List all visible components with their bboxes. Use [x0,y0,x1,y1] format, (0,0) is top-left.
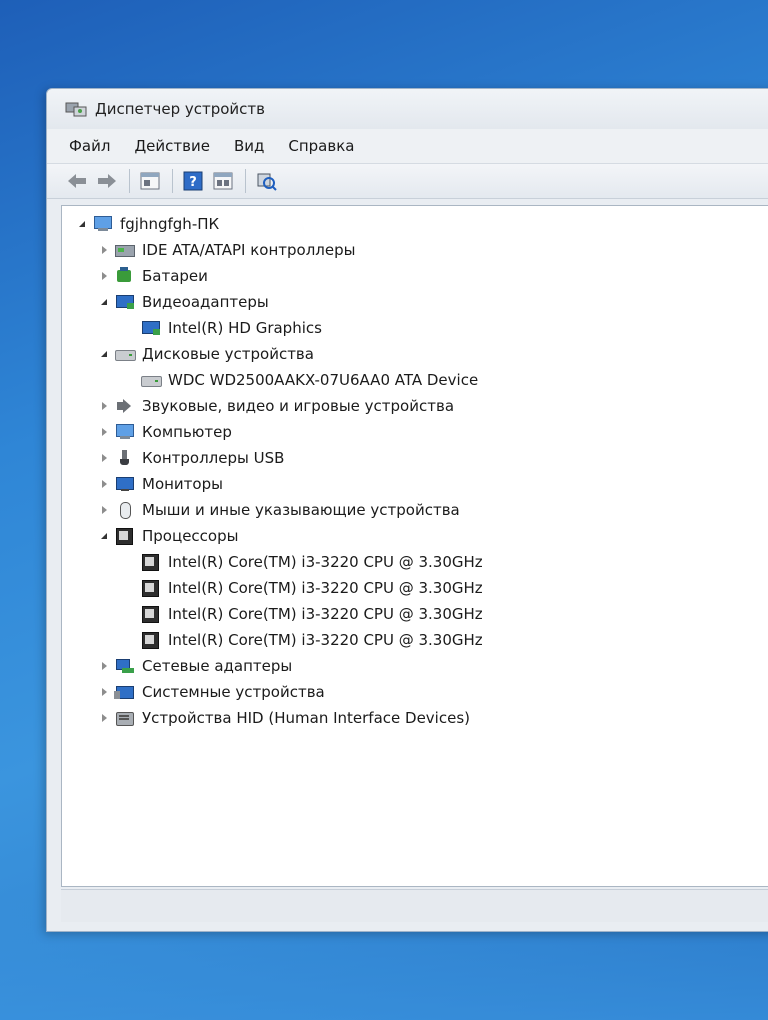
svg-text:?: ? [189,175,197,190]
expand-toggle[interactable] [98,712,110,724]
processor-icon [140,579,162,597]
tree-node-network-adapters[interactable]: Сетевые адаптеры [98,654,292,678]
system-devices-icon [114,683,136,701]
tree-node-label: Intel(R) Core(TM) i3-3220 CPU @ 3.30GHz [168,605,483,623]
tree-root[interactable]: fgjhngfgh-ПК [76,212,219,236]
menu-view[interactable]: Вид [234,137,264,155]
disk-drive-icon [114,345,136,363]
tree-node-ide[interactable]: IDE ATA/ATAPI контроллеры [98,238,355,262]
toolbar-separator [172,169,173,193]
tree-node-wdc-disk[interactable]: WDC WD2500AAKX-07U6AA0 ATA Device [140,368,478,392]
tree-node-label: fgjhngfgh-ПК [120,215,220,233]
tree-node-cpu-2[interactable]: Intel(R) Core(TM) i3-3220 CPU @ 3.30GHz [140,602,483,626]
expand-toggle[interactable] [98,348,110,360]
usb-icon [114,449,136,467]
expand-toggle[interactable] [98,660,110,672]
tree-node-mice[interactable]: Мыши и иные указывающие устройства [98,498,460,522]
tree-node-label: Батареи [142,267,208,285]
tree-node-label: Видеоадаптеры [142,293,269,311]
show-hide-console-tree-icon[interactable] [138,169,162,193]
expand-toggle[interactable] [98,452,110,464]
tree-node-display-adapters[interactable]: Видеоадаптеры [98,290,269,314]
sound-icon [114,397,136,415]
tree-node-processors[interactable]: Процессоры [98,524,238,548]
expand-toggle[interactable] [98,244,110,256]
tree-node-system-devices[interactable]: Системные устройства [98,680,325,704]
menu-file[interactable]: Файл [69,137,110,155]
expand-toggle[interactable] [98,270,110,282]
tree-node-label: Мыши и иные указывающие устройства [142,501,460,519]
tree-node-label: Intel(R) HD Graphics [168,319,322,337]
forward-arrow-icon[interactable] [95,169,119,193]
back-arrow-icon[interactable] [65,169,89,193]
window-title: Диспетчер устройств [95,100,266,118]
expand-toggle[interactable] [98,426,110,438]
display-adapter-icon [140,319,162,337]
device-tree[interactable]: fgjhngfgh-ПК IDE ATA/ATAPI контроллеры Б… [61,205,768,887]
tree-node-cpu-3[interactable]: Intel(R) Core(TM) i3-3220 CPU @ 3.30GHz [140,628,483,652]
tree-node-cpu-0[interactable]: Intel(R) Core(TM) i3-3220 CPU @ 3.30GHz [140,550,483,574]
expand-toggle[interactable] [98,296,110,308]
tree-node-label: Устройства HID (Human Interface Devices) [142,709,470,727]
tree-node-label: Сетевые адаптеры [142,657,293,675]
tree-node-cpu-1[interactable]: Intel(R) Core(TM) i3-3220 CPU @ 3.30GHz [140,576,483,600]
tree-node-label: Intel(R) Core(TM) i3-3220 CPU @ 3.30GHz [168,631,483,649]
tree-node-disk-drives[interactable]: Дисковые устройства [98,342,314,366]
tree-node-label: Компьютер [142,423,232,441]
tree-node-monitors[interactable]: Мониторы [98,472,223,496]
title-bar[interactable]: Диспетчер устройств [47,89,768,129]
tree-node-usb[interactable]: Контроллеры USB [98,446,284,470]
network-adapter-icon [114,657,136,675]
device-manager-icon [65,100,87,118]
tree-node-label: WDC WD2500AAKX-07U6AA0 ATA Device [168,371,479,389]
toolbar-separator [129,169,130,193]
help-icon[interactable]: ? [181,169,205,193]
tree-node-computer[interactable]: Компьютер [98,420,232,444]
tree-node-label: Процессоры [142,527,239,545]
tree-node-label: Intel(R) Core(TM) i3-3220 CPU @ 3.30GHz [168,553,483,571]
processor-icon [114,527,136,545]
display-adapter-icon [114,293,136,311]
monitor-icon [114,475,136,493]
device-manager-window: Диспетчер устройств Файл Действие Вид Сп… [46,88,768,932]
tree-node-hid[interactable]: Устройства HID (Human Interface Devices) [98,706,470,730]
processor-icon [140,631,162,649]
expand-toggle[interactable] [76,218,88,230]
disk-drive-icon [140,371,162,389]
tree-node-label: Intel(R) Core(TM) i3-3220 CPU @ 3.30GHz [168,579,483,597]
expand-toggle[interactable] [98,400,110,412]
ide-controller-icon [114,241,136,259]
mouse-icon [114,501,136,519]
processor-icon [140,553,162,571]
tree-node-label: Системные устройства [142,683,325,701]
menu-action[interactable]: Действие [134,137,210,155]
expand-toggle[interactable] [98,686,110,698]
menu-bar: Файл Действие Вид Справка [47,129,768,164]
toolbar-separator [245,169,246,193]
tree-node-intel-hd-graphics[interactable]: Intel(R) HD Graphics [140,316,322,340]
menu-help[interactable]: Справка [288,137,354,155]
status-bar [61,889,768,922]
battery-icon [114,267,136,285]
tree-node-batteries[interactable]: Батареи [98,264,208,288]
processor-icon [140,605,162,623]
tree-node-label: Дисковые устройства [142,345,314,363]
computer-icon [92,215,114,233]
expand-toggle[interactable] [98,530,110,542]
computer-icon [114,423,136,441]
tree-node-label: IDE ATA/ATAPI контроллеры [142,241,356,259]
tree-node-label: Мониторы [142,475,223,493]
expand-toggle[interactable] [98,504,110,516]
tree-node-label: Звуковые, видео и игровые устройства [142,397,455,415]
tree-node-label: Контроллеры USB [142,449,285,467]
scan-hardware-icon[interactable] [254,169,278,193]
toolbar: ? [47,164,768,199]
expand-toggle[interactable] [98,478,110,490]
properties-icon[interactable] [211,169,235,193]
hid-icon [114,709,136,727]
tree-node-sound[interactable]: Звуковые, видео и игровые устройства [98,394,454,418]
